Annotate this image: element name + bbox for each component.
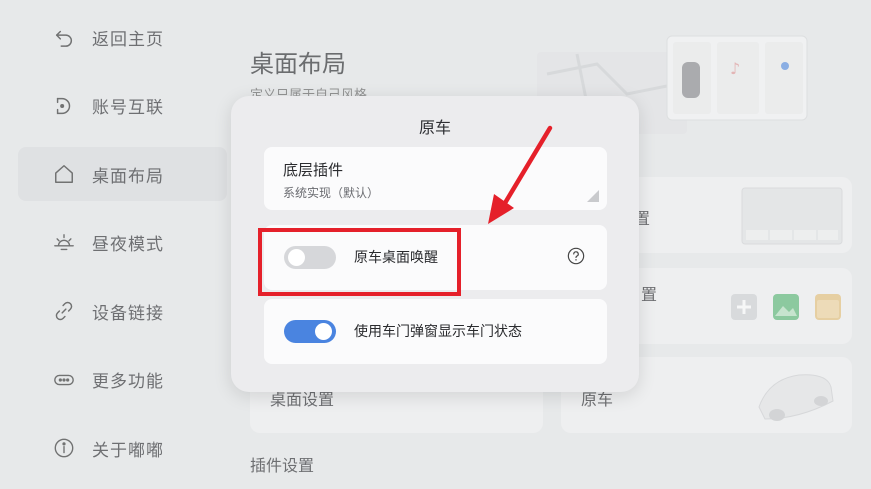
plugin-value: 系统实现（默认） xyxy=(283,186,380,200)
red-arrow-icon xyxy=(488,125,553,224)
door-popup-toggle[interactable] xyxy=(284,320,336,343)
highlight-box xyxy=(258,228,461,296)
plugin-title: 底层插件 xyxy=(283,161,344,179)
dropdown-corner-icon xyxy=(587,190,599,202)
dialog-title: 原车 xyxy=(418,118,451,137)
help-icon[interactable] xyxy=(567,247,585,265)
door-popup-setting-row: 使用车门弹窗显示车门状态 xyxy=(264,299,607,364)
toggle-knob xyxy=(315,323,332,340)
door-popup-label: 使用车门弹窗显示车门状态 xyxy=(354,324,522,340)
